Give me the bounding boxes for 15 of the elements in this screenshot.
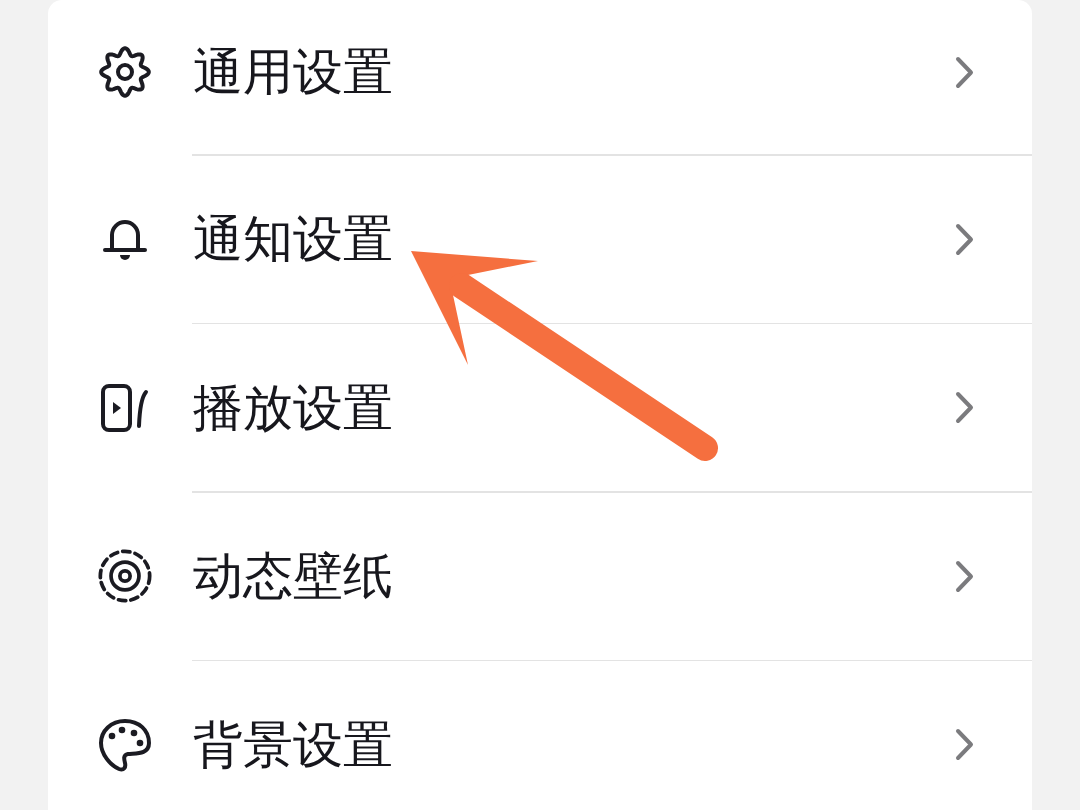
chevron-right-icon bbox=[955, 55, 974, 89]
settings-item[interactable]: 背景设置 bbox=[193, 714, 393, 775]
palette-icon bbox=[98, 717, 152, 772]
settings-item[interactable]: 动态壁纸 bbox=[193, 546, 393, 606]
settings-item[interactable]: 通知设置 bbox=[193, 209, 393, 269]
bell-icon bbox=[101, 217, 149, 261]
settings-item[interactable]: 通用设置 bbox=[193, 42, 393, 102]
gear-icon bbox=[98, 45, 152, 99]
chevron-right-icon bbox=[955, 728, 974, 761]
dashed-target-icon bbox=[98, 547, 152, 605]
chevron-right-icon bbox=[955, 391, 974, 424]
play-card-icon bbox=[101, 383, 149, 432]
chevron-right-icon bbox=[955, 559, 974, 593]
chevron-right-icon bbox=[955, 222, 974, 256]
settings-item[interactable]: 播放设置 bbox=[193, 377, 393, 438]
